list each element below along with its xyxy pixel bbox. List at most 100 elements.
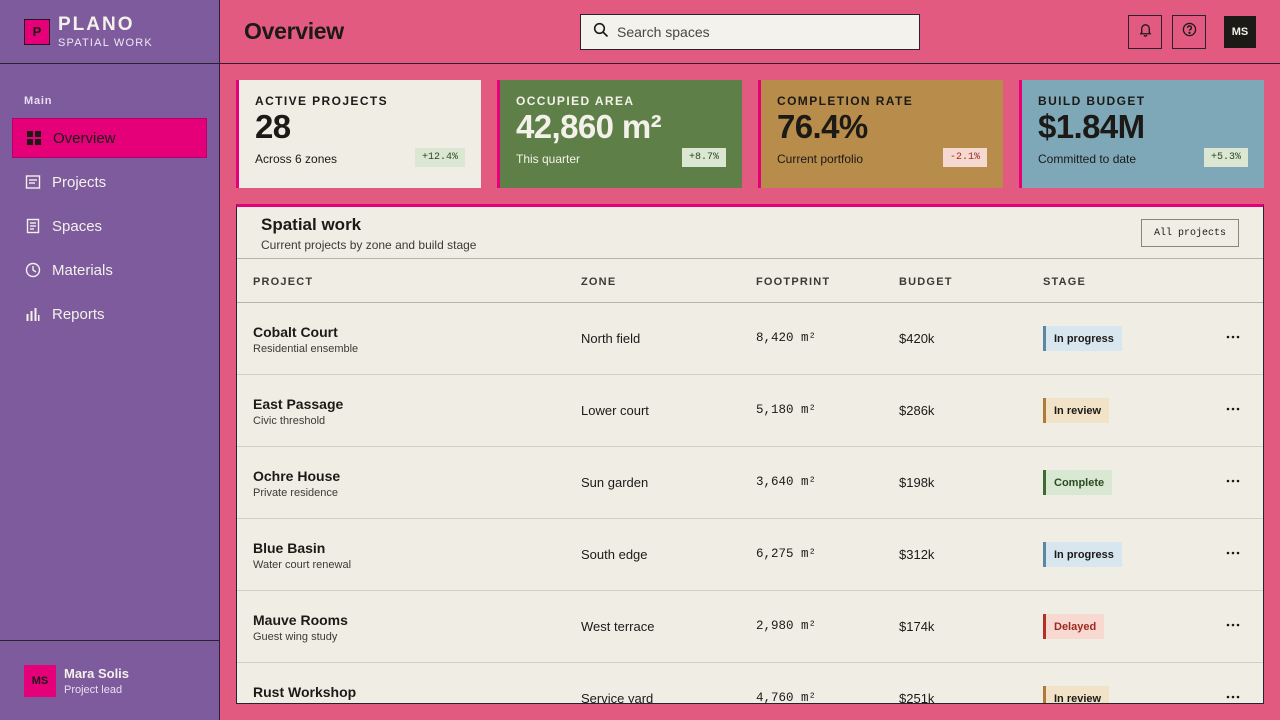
stage-badge: In progress: [1043, 326, 1122, 351]
stage-badge: Delayed: [1043, 614, 1105, 639]
sidebar-item-projects[interactable]: Projects: [12, 162, 207, 202]
project-name[interactable]: Rust Workshop: [253, 684, 356, 700]
project-name[interactable]: Ochre House: [253, 468, 340, 484]
spaces-icon: [24, 217, 42, 235]
brand: P PLANO SPATIAL WORK: [0, 0, 219, 64]
more-options-button[interactable]: [1223, 613, 1243, 637]
stat-value: 76.4%: [777, 108, 868, 145]
sidebar-item-label: Materials: [52, 261, 113, 279]
column-header-footprint[interactable]: FOOTPRINT: [756, 276, 830, 288]
project-footprint: 5,180 m²: [756, 403, 817, 417]
table-row[interactable]: Blue Basin Water court renewal South edge 6…: [237, 519, 1263, 591]
all-projects-button[interactable]: All projects: [1140, 219, 1239, 247]
ellipsis-icon: [1226, 407, 1240, 411]
project-name[interactable]: Cobalt Court: [253, 324, 338, 340]
column-header-stage[interactable]: STAGE: [1043, 276, 1086, 288]
help-button[interactable]: [1172, 15, 1206, 49]
stat-delta-badge: +5.3%: [1203, 148, 1248, 167]
header-avatar[interactable]: MS: [1224, 16, 1256, 48]
project-description: Water court renewal: [253, 559, 352, 571]
stat-subtext: Committed to date: [1038, 152, 1137, 166]
brand-text: PLANO SPATIAL WORK: [58, 15, 153, 49]
user-name: Mara Solis: [64, 665, 130, 681]
search-input[interactable]: [617, 24, 907, 40]
more-options-button[interactable]: [1223, 469, 1243, 493]
stat-delta-badge: -2.1%: [942, 148, 987, 167]
project-name[interactable]: East Passage: [253, 396, 343, 412]
ellipsis-icon: [1226, 551, 1240, 555]
stage-badge: In review: [1043, 686, 1110, 703]
stat-label: ACTIVE PROJECTS: [255, 94, 389, 108]
project-description: Private residence: [253, 487, 338, 499]
sidebar-item-reports[interactable]: Reports: [12, 294, 207, 334]
project-description: Civic threshold: [253, 415, 326, 427]
sidebar-item-spaces[interactable]: Spaces: [12, 206, 207, 246]
table-header: PROJECT ZONE FOOTPRINT BUDGET STAGE: [237, 259, 1263, 303]
project-zone: North field: [581, 331, 641, 346]
table-row[interactable]: Ochre House Private residence Sun garden 3,…: [237, 447, 1263, 519]
more-options-button[interactable]: [1223, 685, 1243, 703]
project-name[interactable]: Mauve Rooms: [253, 612, 348, 628]
table-row[interactable]: Cobalt Court Residential ensemble North fi…: [237, 303, 1263, 375]
stat-value: 28: [255, 108, 291, 145]
column-header-zone[interactable]: ZONE: [581, 276, 616, 288]
brand-subtitle: SPATIAL WORK: [58, 36, 153, 49]
ellipsis-icon: [1226, 695, 1240, 699]
project-budget: $251k: [899, 691, 935, 704]
bar-chart-icon: [24, 305, 42, 323]
project-zone: South edge: [581, 547, 648, 562]
project-zone: Lower court: [581, 403, 649, 418]
user-profile[interactable]: MS Mara Solis Project lead: [0, 640, 219, 720]
user-text: Mara Solis Project lead: [64, 666, 129, 696]
table-row[interactable]: Rust Workshop Service yard 4,760 m² $251k In…: [237, 663, 1263, 704]
grid-icon: [25, 129, 43, 147]
search-box[interactable]: [580, 14, 920, 50]
sidebar: P PLANO SPATIAL WORK Main Overview Proje…: [0, 0, 220, 720]
project-description: Guest wing study: [253, 631, 338, 643]
project-footprint: 3,640 m²: [756, 475, 817, 489]
project-budget: $312k: [899, 547, 935, 562]
project-zone: Service yard: [581, 691, 654, 704]
page-title: Overview: [244, 18, 344, 44]
project-footprint: 6,275 m²: [756, 547, 817, 561]
stat-delta-badge: +12.4%: [414, 148, 465, 167]
stat-label: COMPLETION RATE: [777, 94, 914, 108]
notifications-button[interactable]: [1128, 15, 1162, 49]
stat-subtext: Current portfolio: [777, 152, 864, 166]
brand-logo: P: [24, 18, 50, 45]
nav-section-label: Main: [24, 95, 53, 107]
project-name[interactable]: Blue Basin: [253, 540, 325, 556]
stat-card-completion-rate: COMPLETION RATE 76.4% Current portfolio …: [758, 80, 1003, 188]
project-footprint: 4,760 m²: [756, 691, 817, 704]
sidebar-nav: Overview Projects Spaces Materials Repor…: [12, 118, 207, 334]
more-options-button[interactable]: [1223, 325, 1243, 349]
panel-subtitle: Current projects by zone and build stage: [261, 238, 477, 252]
stat-card-active-projects: ACTIVE PROJECTS 28 Across 6 zones +12.4%: [236, 80, 481, 188]
project-description: Residential ensemble: [253, 343, 359, 355]
ellipsis-icon: [1226, 623, 1240, 627]
stat-label: BUILD BUDGET: [1038, 94, 1146, 108]
column-header-budget[interactable]: BUDGET: [899, 276, 953, 288]
stat-delta-badge: +8.7%: [681, 148, 726, 167]
ellipsis-icon: [1226, 335, 1240, 339]
project-budget: $198k: [899, 475, 935, 490]
projects-icon: [24, 173, 42, 191]
stage-badge: In review: [1043, 398, 1110, 423]
sidebar-item-materials[interactable]: Materials: [12, 250, 207, 290]
header: Overview MS: [220, 0, 1280, 64]
more-options-button[interactable]: [1223, 541, 1243, 565]
project-zone: Sun garden: [581, 475, 649, 490]
panel-title: Spatial work: [261, 215, 362, 234]
sidebar-item-label: Projects: [52, 173, 107, 191]
project-footprint: 8,420 m²: [756, 331, 817, 345]
stage-badge: Complete: [1043, 470, 1113, 495]
search-icon: [593, 22, 609, 43]
column-header-project[interactable]: PROJECT: [253, 276, 313, 288]
project-zone: West terrace: [581, 619, 655, 634]
sidebar-item-label: Reports: [52, 305, 105, 323]
table-row[interactable]: East Passage Civic threshold Lower court 5,…: [237, 375, 1263, 447]
sidebar-item-overview[interactable]: Overview: [12, 118, 207, 158]
more-options-button[interactable]: [1223, 397, 1243, 421]
clock-icon: [24, 261, 42, 279]
table-row[interactable]: Mauve Rooms Guest wing study West terrace 2…: [237, 591, 1263, 663]
